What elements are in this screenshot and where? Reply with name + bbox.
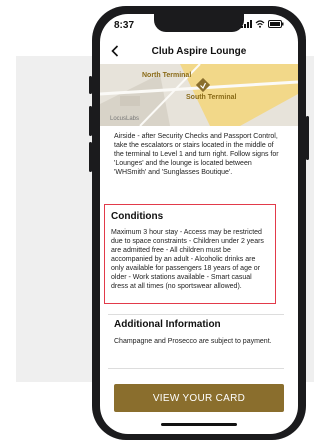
phone-notch (154, 14, 244, 32)
battery-icon (268, 20, 284, 28)
conditions-section: Conditions Maximum 3 hour stay - Access … (104, 204, 276, 304)
section-divider (108, 314, 284, 315)
main-content: Airside - after Security Checks and Pass… (114, 128, 284, 177)
phone-side-button (89, 76, 92, 94)
phone-volume-up-button (89, 106, 92, 136)
additional-info-text: Champagne and Prosecco are subject to pa… (114, 338, 272, 345)
back-button[interactable] (106, 42, 124, 60)
conditions-title: Conditions (111, 211, 164, 222)
phone-screen: 8:37 Club Aspire Lounge North Terminal S… (100, 14, 298, 434)
section-divider (108, 368, 284, 369)
wifi-icon (255, 20, 265, 28)
page-title: Club Aspire Lounge (151, 45, 247, 57)
nav-bar: Club Aspire Lounge (100, 38, 298, 64)
view-card-button[interactable]: VIEW YOUR CARD (114, 384, 284, 412)
home-indicator (161, 423, 237, 426)
north-terminal-label: North Terminal (142, 72, 192, 79)
conditions-text: Maximum 3 hour stay - Access may be rest… (111, 229, 264, 290)
additional-info-section: Additional Information Champagne and Pro… (114, 319, 286, 345)
terminal-map[interactable]: North Terminal South Terminal LocusLabs (100, 64, 298, 126)
status-icons (241, 20, 284, 28)
chevron-left-icon (111, 45, 119, 57)
phone-volume-down-button (89, 142, 92, 172)
map-pin-icon (196, 78, 210, 92)
phone-power-button (306, 116, 309, 160)
phone-frame: 8:37 Club Aspire Lounge North Terminal S… (89, 6, 309, 440)
map-logo: LocusLabs (110, 116, 140, 122)
additional-info-title: Additional Information (114, 319, 221, 330)
directions-text: Airside - after Security Checks and Pass… (114, 133, 279, 176)
south-terminal-label: South Terminal (186, 94, 237, 101)
signal-icon (241, 20, 252, 28)
status-time: 8:37 (114, 20, 135, 31)
